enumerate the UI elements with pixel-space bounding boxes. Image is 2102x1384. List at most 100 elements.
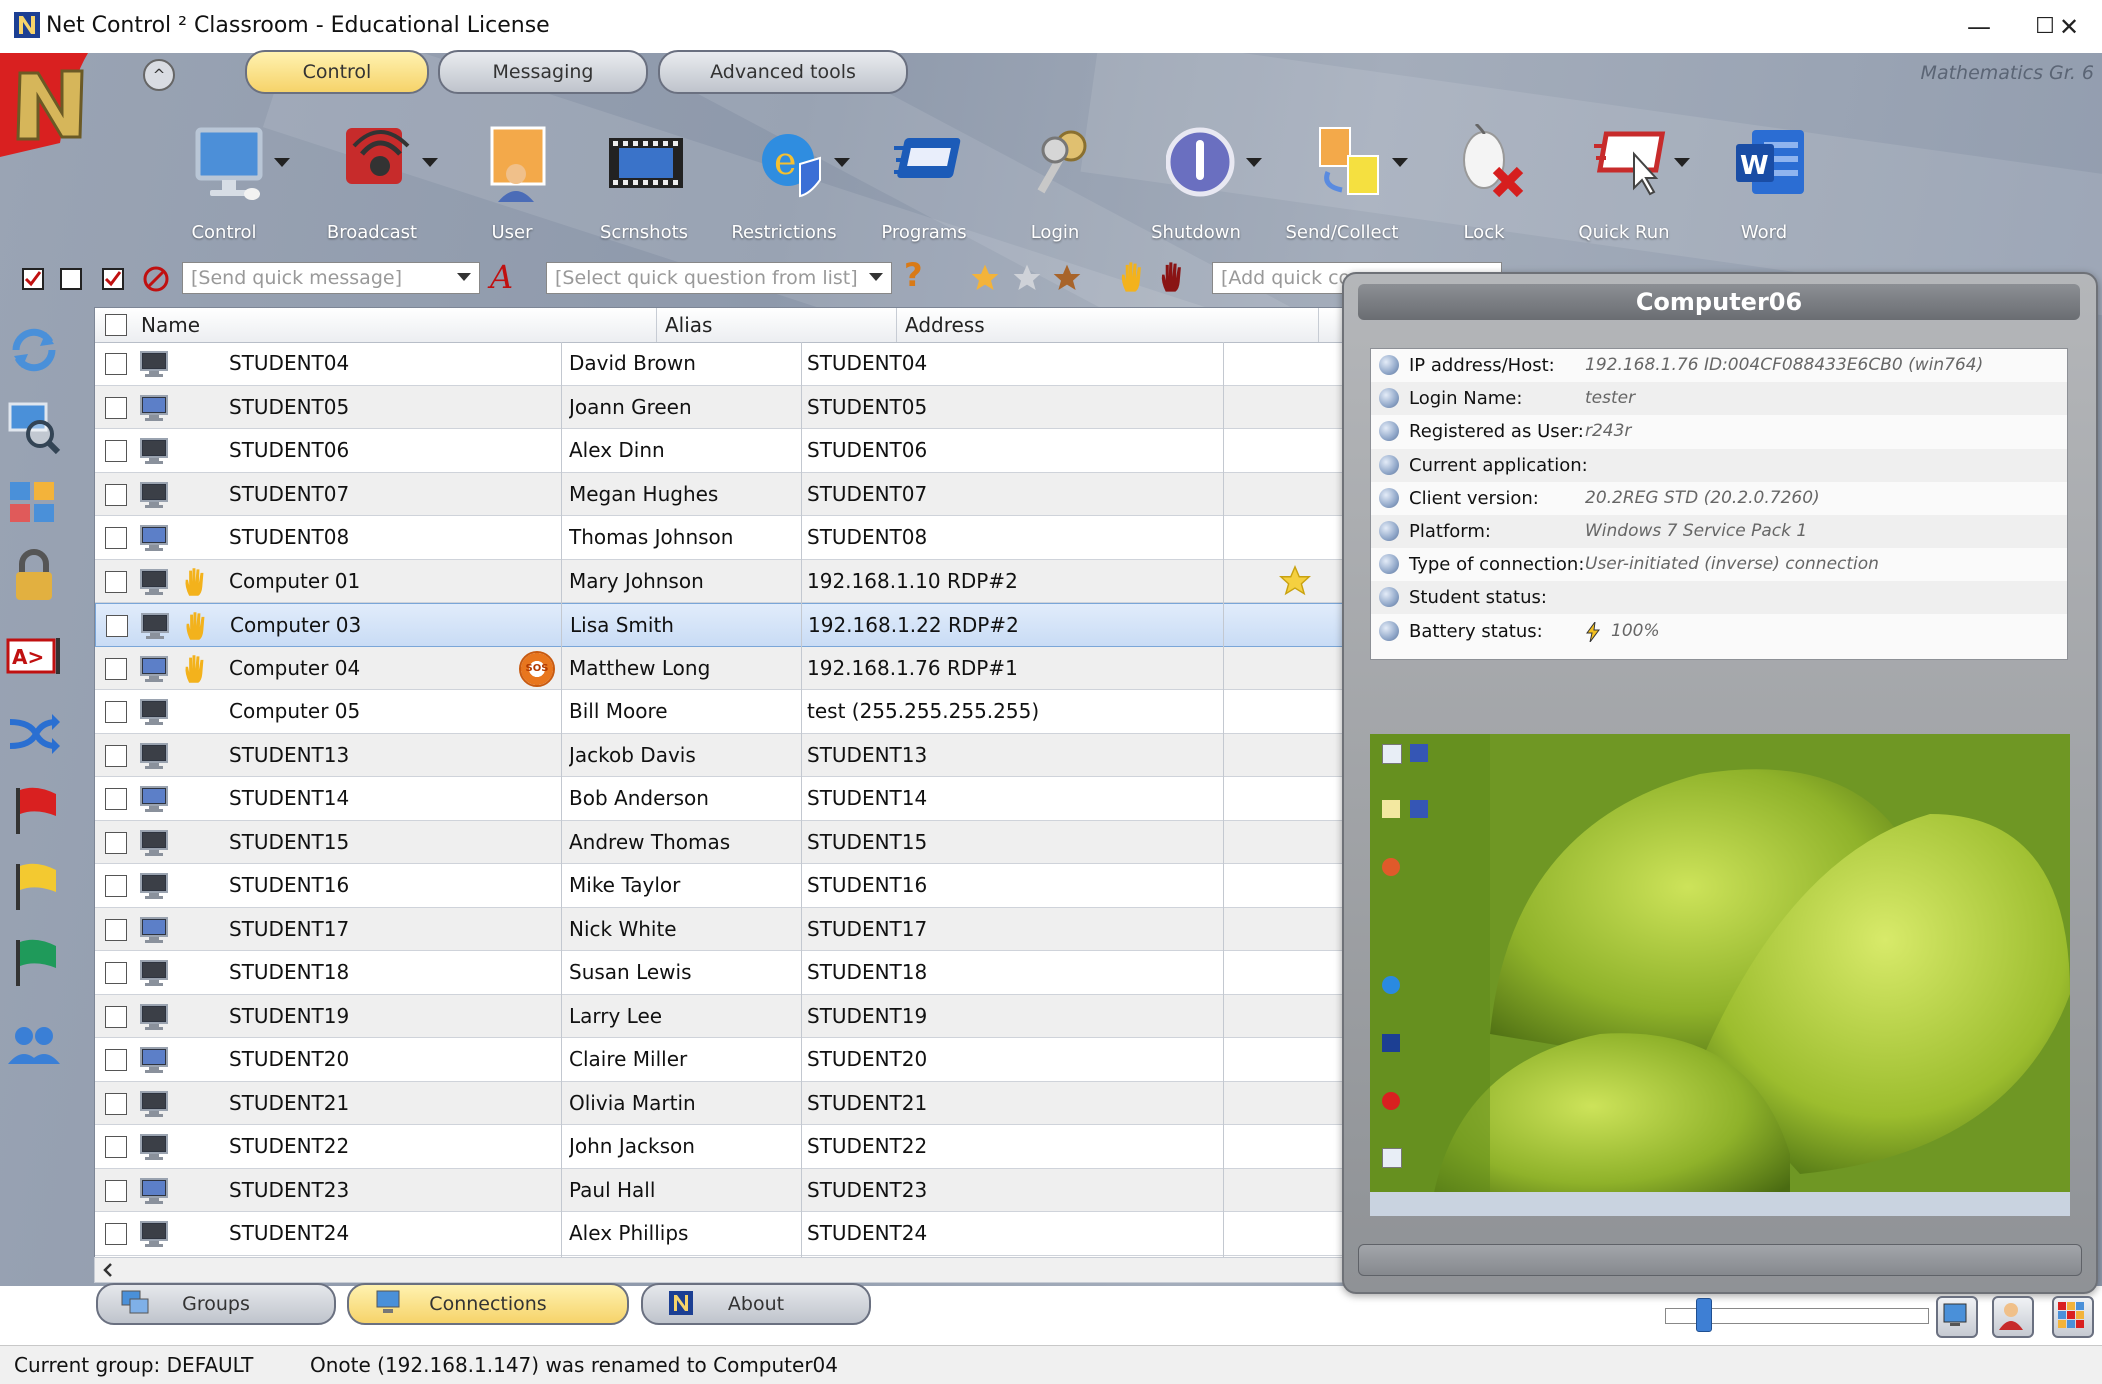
green-flag-icon[interactable] [6,934,62,990]
tab-connections[interactable]: Connections [347,1283,629,1325]
quick-question-select[interactable]: [Select quick question from list] [546,262,892,294]
row-checkbox[interactable] [105,353,127,375]
slider-handle[interactable] [1696,1298,1712,1332]
chevron-down-icon[interactable] [422,158,438,167]
toolbar-quick-run-button[interactable]: Quick Run [1554,118,1694,248]
table-row[interactable]: STUDENT24 Alex Phillips STUDENT24 [95,1212,1345,1256]
row-checkbox[interactable] [105,1223,127,1245]
layout-icon[interactable] [6,474,62,530]
row-checkbox[interactable] [106,615,128,637]
help-icon[interactable]: ? [904,256,923,294]
toolbar-restrictions-button[interactable]: e Restrictions [714,118,854,248]
row-checkbox[interactable] [105,831,127,854]
toolbar-lock-button[interactable]: Lock [1414,118,1554,248]
table-row[interactable]: Computer 05 Bill Moore test (255.255.255.2… [95,690,1345,734]
tab-control[interactable]: Control [245,50,429,94]
minimize-button[interactable]: — [1946,0,2012,53]
table-row[interactable]: STUDENT23 Paul Hall STUDENT23 [95,1168,1345,1212]
toolbar-user-button[interactable]: User [442,118,582,248]
row-checkbox[interactable] [105,701,127,723]
view-grid-button[interactable] [2052,1296,2094,1338]
table-row[interactable]: STUDENT06 Alex Dinn STUDENT06 [95,429,1345,473]
toolbar-send-collect-button[interactable]: Send/Collect [1272,118,1412,248]
row-checkbox[interactable] [105,657,127,680]
chevron-down-icon[interactable] [834,158,850,167]
tab-messaging[interactable]: Messaging [438,50,648,94]
row-checkbox[interactable] [105,570,127,593]
header-checkbox[interactable] [105,314,127,336]
row-checkbox[interactable] [105,918,127,941]
table-row[interactable]: STUDENT14 Bob Anderson STUDENT14 [95,777,1345,821]
toolbar-broadcast-button[interactable]: Broadcast [302,118,442,248]
row-checkbox[interactable] [105,1005,127,1028]
star-gold-icon[interactable] [1277,564,1313,598]
select-all-checkbox-icon[interactable] [22,268,44,290]
row-checkbox[interactable] [105,875,127,897]
toolbar-screenshots-button[interactable]: Scrnshots [574,118,714,248]
search-computers-icon[interactable] [6,398,62,454]
quick-message-input[interactable]: [Send quick message] [182,262,480,294]
view-monitor-button[interactable] [1936,1296,1978,1338]
yellow-flag-icon[interactable] [6,858,62,914]
row-checkbox[interactable] [105,788,127,810]
star-silver-icon[interactable] [1010,262,1044,294]
table-row[interactable]: STUDENT21 Olivia Martin STUDENT21 [95,1081,1345,1125]
column-header-address[interactable]: Address [897,308,1319,342]
table-row[interactable]: STUDENT05 Joann Green STUDENT05 [95,385,1345,429]
select-none-checkbox-icon[interactable] [60,268,82,290]
users-group-icon[interactable] [6,1018,62,1074]
row-checkbox[interactable] [105,962,127,984]
deselect-offline-icon[interactable] [142,265,170,293]
collapse-ribbon-button[interactable]: ^ [143,59,175,91]
table-row[interactable]: STUDENT08 Thomas Johnson STUDENT08 [95,516,1345,560]
toolbar-programs-button[interactable]: Programs [854,118,994,248]
row-checkbox[interactable] [105,440,127,462]
toolbar-shutdown-button[interactable]: Shutdown [1126,118,1266,248]
table-row[interactable]: STUDENT07 Megan Hughes STUDENT07 [95,472,1345,516]
table-row[interactable]: Computer 03 Lisa Smith 192.168.1.22 RDP#2 [95,603,1345,647]
hand-lower-icon[interactable] [1158,260,1188,294]
tab-advanced-tools[interactable]: Advanced tools [658,50,908,94]
refresh-icon[interactable] [6,322,62,378]
row-checkbox[interactable] [105,744,127,767]
hand-raise-icon[interactable] [1118,260,1148,294]
column-header-alias[interactable]: Alias [657,308,897,342]
chevron-down-icon[interactable] [274,158,290,167]
sos-alert-icon[interactable]: SOS [519,650,555,687]
table-row[interactable]: STUDENT04 David Brown STUDENT04 [95,342,1345,386]
row-checkbox[interactable] [105,527,127,549]
chevron-down-icon[interactable] [1392,158,1408,167]
toolbar-login-button[interactable]: Login [985,118,1125,248]
remote-desktop-thumbnail[interactable] [1370,734,2070,1216]
chevron-down-icon[interactable] [457,273,471,281]
scroll-left-icon[interactable] [101,1262,115,1278]
invert-selection-checkbox-icon[interactable] [102,268,124,290]
close-button[interactable]: ✕ [2036,0,2102,53]
tab-groups[interactable]: Groups [96,1283,336,1325]
star-bronze-icon[interactable] [1050,262,1084,294]
command-prompt-icon[interactable]: A> [6,630,62,686]
chevron-down-icon[interactable] [1674,158,1690,167]
toolbar-word-button[interactable]: W Word [1694,118,1834,248]
star-gold-icon[interactable] [968,262,1002,294]
table-row[interactable]: STUDENT17 Nick White STUDENT17 [95,907,1345,951]
row-checkbox[interactable] [105,483,127,506]
shuffle-icon[interactable] [6,706,62,762]
table-row[interactable]: STUDENT20 Claire Miller STUDENT20 [95,1038,1345,1082]
chevron-down-icon[interactable] [1246,158,1262,167]
tab-about[interactable]: About [641,1283,871,1325]
table-row[interactable]: STUDENT22 John Jackson STUDENT22 [95,1125,1345,1169]
red-flag-icon[interactable] [6,782,62,838]
view-user-button[interactable] [1992,1296,2034,1338]
table-row[interactable]: STUDENT18 Susan Lewis STUDENT18 [95,951,1345,995]
table-row[interactable]: Computer 01 Mary Johnson 192.168.1.10 RDP#… [95,559,1345,603]
row-checkbox[interactable] [105,396,127,419]
horizontal-scrollbar[interactable] [94,1257,1346,1283]
row-checkbox[interactable] [105,1136,127,1158]
table-row[interactable]: STUDENT16 Mike Taylor STUDENT16 [95,864,1345,908]
font-style-icon[interactable]: A [490,258,513,296]
table-row[interactable]: STUDENT19 Larry Lee STUDENT19 [95,994,1345,1038]
row-checkbox[interactable] [105,1179,127,1202]
column-header-name[interactable]: Name [133,308,657,342]
lock-computers-icon[interactable] [6,548,62,604]
